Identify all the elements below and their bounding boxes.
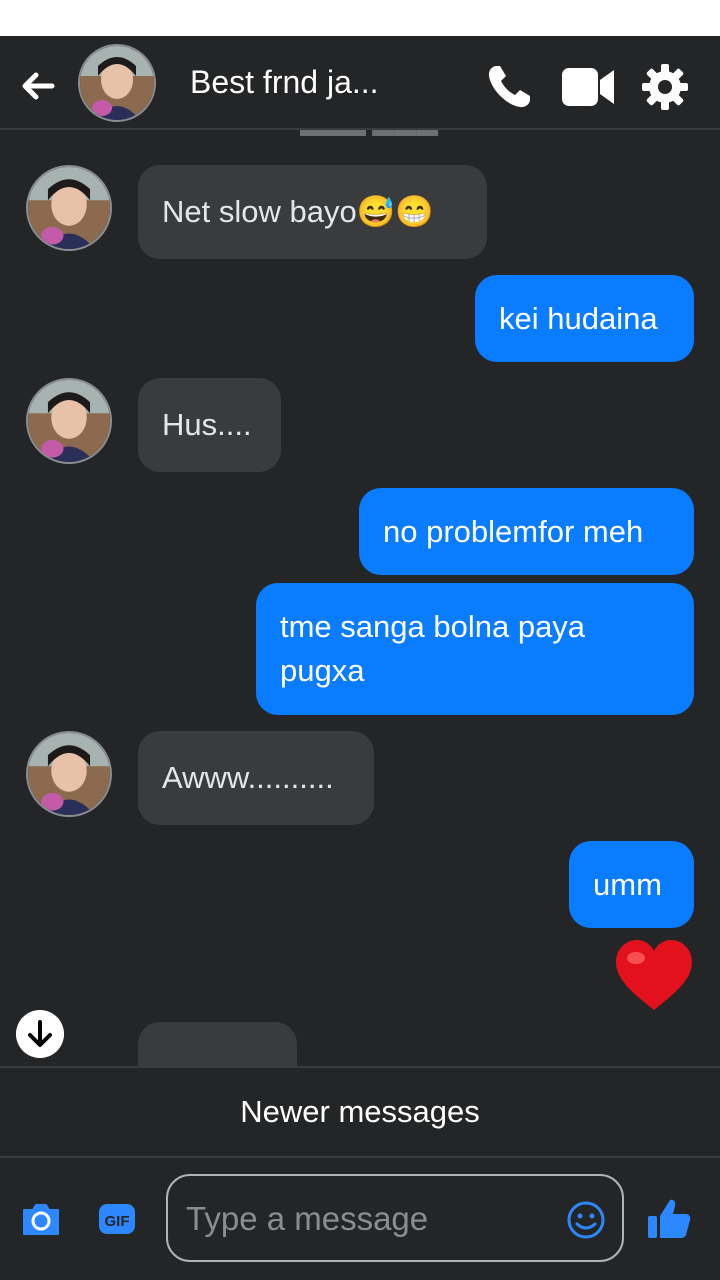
gear-icon[interactable]: [640, 62, 690, 112]
heart-reaction-icon[interactable]: [614, 938, 694, 1014]
arrow-left-icon[interactable]: [18, 66, 58, 106]
outgoing-message[interactable]: tme sanga bolna paya pugxa: [256, 583, 694, 715]
incoming-message-partial[interactable]: [138, 1022, 297, 1066]
message-text: kei hudaina: [499, 300, 658, 336]
svg-text:GIF: GIF: [105, 1213, 130, 1230]
message-text: Awww..........: [162, 760, 334, 795]
phone-icon[interactable]: [484, 62, 534, 112]
newer-messages-button[interactable]: Newer messages: [0, 1066, 720, 1158]
sender-avatar[interactable]: [26, 378, 112, 464]
incoming-message[interactable]: Awww..........: [138, 731, 374, 825]
message-input[interactable]: [184, 1188, 558, 1250]
message-input-container[interactable]: [166, 1174, 624, 1262]
emoji-icon[interactable]: [566, 1200, 606, 1240]
sender-avatar[interactable]: [26, 731, 112, 817]
chat-header: Best frnd ja...: [0, 36, 720, 130]
outgoing-message[interactable]: no problemfor meh: [359, 488, 694, 575]
message-text: Net slow bayo😅😁: [162, 194, 434, 229]
incoming-message[interactable]: Hus....: [138, 378, 281, 472]
camera-icon[interactable]: [20, 1198, 62, 1240]
gif-icon[interactable]: GIF: [96, 1198, 138, 1240]
scroll-down-icon[interactable]: [16, 1010, 64, 1058]
newer-messages-label: Newer messages: [240, 1094, 480, 1129]
status-bar: [0, 0, 720, 36]
message-composer: GIF: [0, 1158, 720, 1280]
message-text: no problemfor meh: [383, 513, 644, 549]
thumbs-up-icon[interactable]: [646, 1196, 692, 1242]
chat-title[interactable]: Best frnd ja...: [190, 64, 379, 101]
outgoing-message[interactable]: umm: [569, 841, 694, 928]
contact-avatar[interactable]: [78, 44, 156, 122]
message-text: umm: [593, 866, 662, 902]
scrolled-text-fragment: ▬▬▬ ▬▬▬: [300, 130, 438, 142]
outgoing-message[interactable]: kei hudaina: [475, 275, 694, 362]
message-text: Hus....: [162, 407, 252, 442]
incoming-message[interactable]: Net slow bayo😅😁: [138, 165, 487, 259]
message-text: tme sanga bolna paya pugxa: [280, 609, 586, 688]
message-list[interactable]: ▬▬▬ ▬▬▬ Net slow bayo😅😁 kei hudaina Hus.…: [0, 130, 720, 1066]
video-camera-icon[interactable]: [560, 62, 616, 112]
sender-avatar[interactable]: [26, 165, 112, 251]
